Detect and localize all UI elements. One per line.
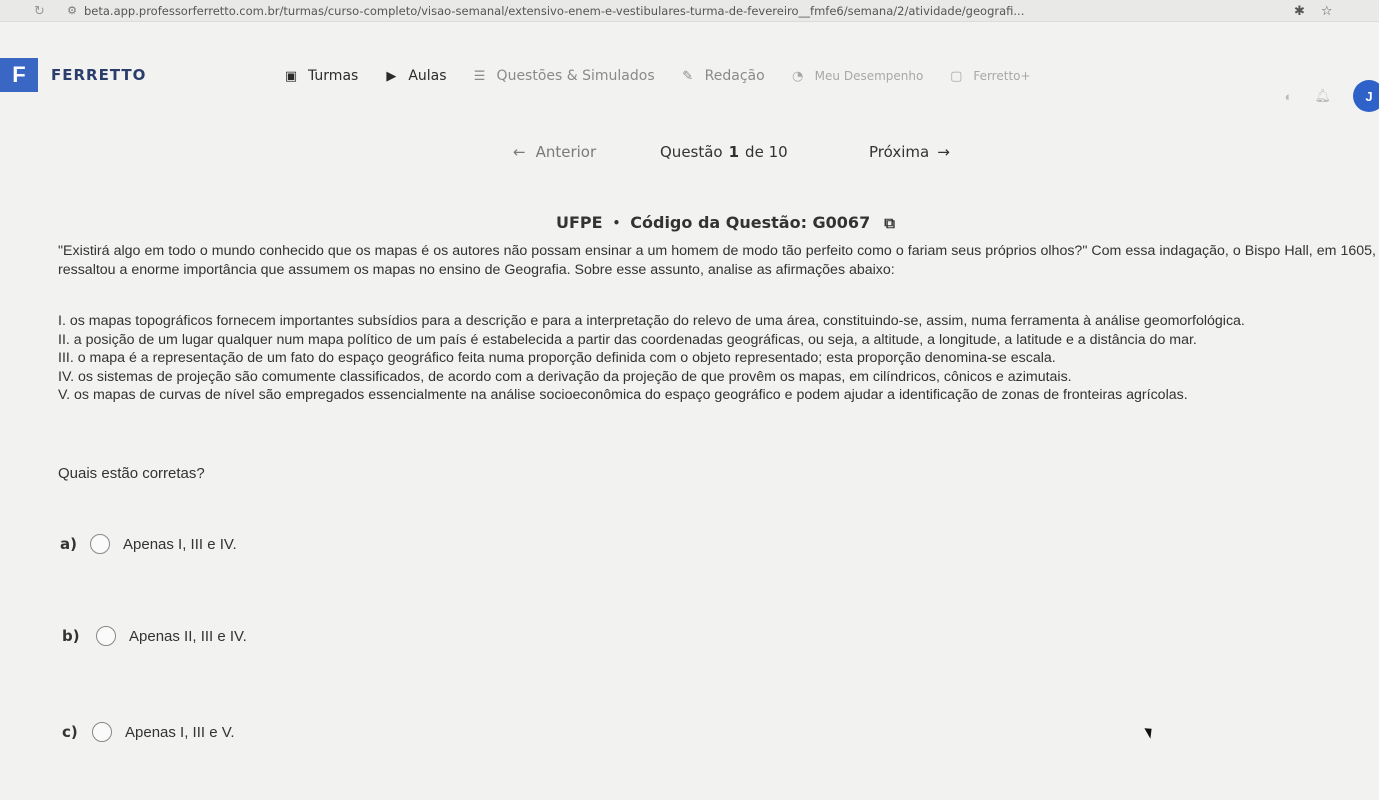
menu-item-turmas[interactable]: ▣ Turmas [282,68,358,84]
top-navigation: F FERRETTO ▣ Turmas ▶ Aulas ☰ Questões &… [0,52,1379,112]
reload-icon[interactable]: ↻ [34,3,45,19]
option-b[interactable]: b) Apenas II, III e IV. [62,626,247,646]
radio-button[interactable] [90,534,110,554]
question-total: de 10 [745,143,788,161]
menu-item-redacao[interactable]: ✎ Redação [679,68,765,84]
menu-item-label: Turmas [308,68,359,84]
theme-icon[interactable]: ◐ [1285,89,1293,104]
menu-item-label: Ferretto+ [973,69,1031,83]
question-statement: "Existirá algo em todo o mundo conhecido… [58,242,1376,280]
browser-nav: ↻ [0,3,60,19]
notification-bell-icon[interactable]: 🔔︎ [1314,88,1331,104]
institution-label: UFPE [556,213,603,232]
separator-dot: • [612,215,621,230]
option-letter: a) [60,535,77,553]
statement-item: V. os mapas de curvas de nível são empre… [58,387,1188,403]
play-icon: ▶ [386,68,397,84]
next-button[interactable]: Próxima → [869,143,950,161]
option-text: Apenas II, III e IV. [129,627,247,645]
browser-address-bar: ↻ ⚙ beta.app.professorferretto.com.br/tu… [0,0,1379,22]
site-info-icon[interactable]: ⚙ [60,4,84,17]
mouse-cursor-icon [1144,725,1156,739]
arrow-left-icon: ← [513,143,526,161]
statement-items: I. os mapas topográficos fornecem import… [58,312,1376,405]
logo-icon[interactable]: F [0,58,38,92]
menu-item-questoes[interactable]: ☰ Questões & Simulados [471,68,655,84]
question-header: UFPE • Código da Questão: G0067 ⧉ [556,213,895,232]
question-navigation: ← Anterior Questão 1 de 10 Próxima → [0,143,1379,167]
previous-label: Anterior [535,143,597,161]
statement-item: III. o mapa é a representação de um fato… [58,350,1056,366]
copy-icon[interactable]: ⧉ [884,214,895,232]
box-icon: ▢ [950,68,963,84]
extension-icon[interactable]: ✱ [1294,3,1305,19]
menu-item-aulas[interactable]: ▶ Aulas [382,68,446,84]
question-code: Código da Questão: G0067 [630,213,871,232]
menu-item-label: Aulas [408,68,447,84]
question-prompt: Quais estão corretas? [58,465,205,482]
avatar[interactable]: J [1353,80,1379,112]
menu-item-label: Redação [704,68,765,84]
brand-name[interactable]: FERRETTO [51,66,146,84]
calendar-icon: ▣ [284,68,298,84]
arrow-right-icon: → [937,143,950,161]
menu-item-desempenho[interactable]: ◔ Meu Desempenho [789,68,924,84]
option-letter: c) [62,723,78,741]
option-a[interactable]: a) Apenas I, III e IV. [60,534,237,554]
question-word: Questão [660,143,723,161]
menu-item-label: Questões & Simulados [496,68,655,84]
menu-item-ferretto-plus[interactable]: ▢ Ferretto+ [947,69,1030,84]
current-question-number: 1 [728,143,740,161]
clock-icon: ◔ [792,68,804,84]
main-menu: ▣ Turmas ▶ Aulas ☰ Questões & Simulados … [282,68,1055,84]
bookmark-star-icon[interactable]: ☆ [1321,3,1333,19]
previous-button[interactable]: ← Anterior [513,143,596,161]
statement-item: IV. os sistemas de projeção são comument… [58,368,1072,385]
radio-button[interactable] [92,722,112,742]
option-c[interactable]: c) Apenas I, III e V. [62,722,235,742]
statement-text: "Existirá algo em todo o mundo conhecido… [58,243,1376,278]
list-icon: ☰ [473,68,486,84]
statement-item: I. os mapas topográficos fornecem import… [58,313,1245,329]
option-text: Apenas I, III e V. [125,723,235,741]
url-field[interactable]: beta.app.professorferretto.com.br/turmas… [84,4,1284,18]
question-counter: Questão 1 de 10 [660,143,788,161]
option-letter: b) [62,627,80,645]
statement-item: II. a posição de um lugar qualquer num m… [58,331,1197,348]
option-text: Apenas I, III e IV. [123,535,237,553]
browser-bar-icons: ✱ ☆ [1284,3,1333,19]
menu-item-label: Meu Desempenho [814,69,924,83]
pencil-icon: ✎ [682,68,694,84]
header-actions: ◐ 🔔︎ J [1285,80,1379,112]
radio-button[interactable] [96,626,116,646]
next-label: Próxima [869,143,930,161]
